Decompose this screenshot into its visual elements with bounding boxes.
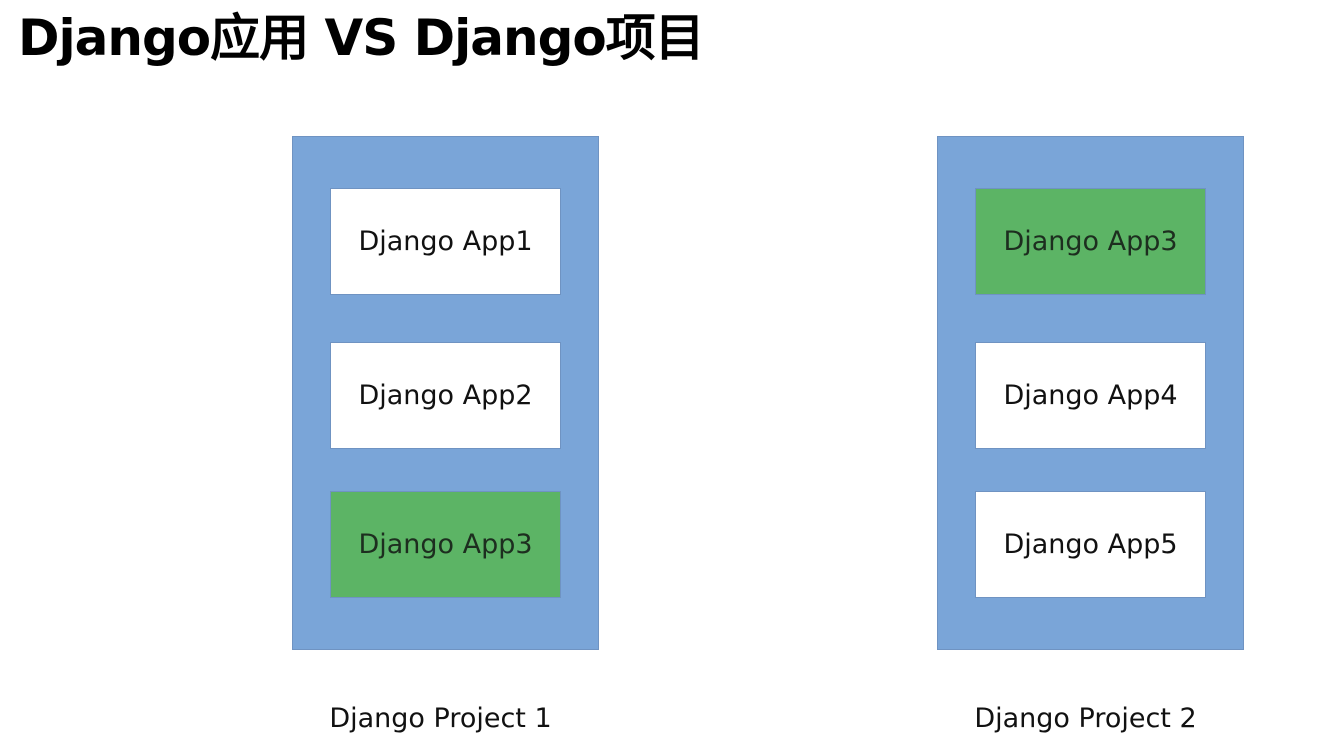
project-1-app-2: Django App2 <box>330 342 561 449</box>
project-1-app-1: Django App1 <box>330 188 561 295</box>
project-2-app-2: Django App4 <box>975 342 1206 449</box>
project-1-app-3-shared: Django App3 <box>330 491 561 598</box>
project-2-app-1-shared: Django App3 <box>975 188 1206 295</box>
project-1-caption: Django Project 1 <box>329 703 552 734</box>
project-2-app-3: Django App5 <box>975 491 1206 598</box>
project-2-caption: Django Project 2 <box>974 703 1197 734</box>
project-1-box: Django App1 Django App2 Django App3 <box>292 136 599 650</box>
slide-title: Django应用 VS Django项目 <box>18 9 705 67</box>
project-2-box: Django App3 Django App4 Django App5 <box>937 136 1244 650</box>
